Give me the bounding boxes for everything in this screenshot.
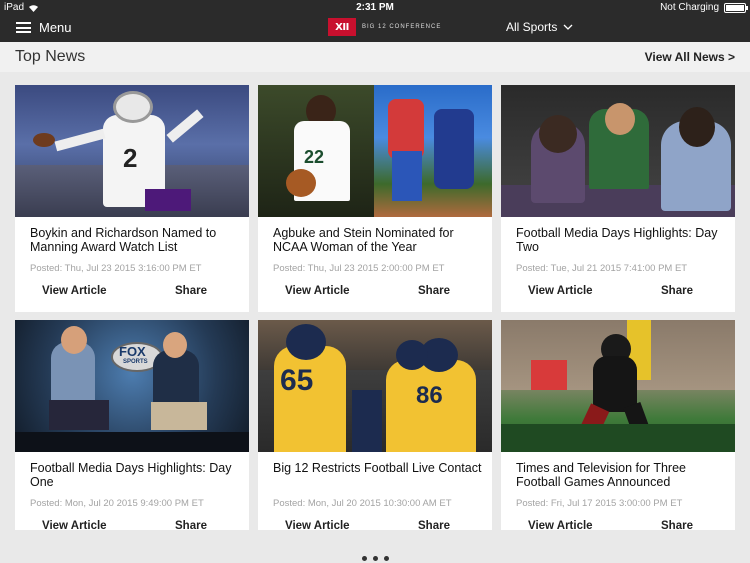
page-indicator[interactable]: [0, 548, 750, 563]
article-card[interactable]: Football Media Days Highlights: Day Two …: [501, 85, 735, 312]
battery-icon: [724, 2, 748, 13]
jersey-number: 86: [416, 382, 443, 409]
battery-status: Not Charging: [660, 2, 719, 13]
article-headline[interactable]: Football Media Days Highlights: Day One: [30, 461, 240, 489]
menu-label: Menu: [39, 20, 72, 35]
article-headline[interactable]: Times and Television for Three Football …: [516, 461, 726, 489]
share-button[interactable]: Share: [418, 285, 450, 297]
page-dot[interactable]: [361, 556, 367, 561]
view-article-button[interactable]: View Article: [528, 520, 593, 530]
jersey-number: 65: [280, 364, 314, 397]
status-bar: iPad 2:31 PM Not Charging: [0, 0, 750, 14]
article-headline[interactable]: Football Media Days Highlights: Day Two: [516, 226, 726, 254]
menu-button[interactable]: Menu: [16, 20, 72, 35]
article-image: 2: [15, 85, 249, 217]
jersey-number: 2: [123, 143, 138, 173]
share-button[interactable]: Share: [661, 285, 693, 297]
top-bar: iPad 2:31 PM Not Charging Menu XII BIG 1…: [0, 0, 750, 42]
article-image: [501, 320, 735, 452]
view-article-button[interactable]: View Article: [285, 285, 350, 297]
section-header: Top News View All News >: [0, 42, 750, 72]
article-posted-date: Posted: Fri, Jul 17 2015 3:00:00 PM ET: [516, 498, 683, 509]
share-button[interactable]: Share: [418, 520, 450, 530]
page-dot[interactable]: [383, 556, 389, 561]
share-button[interactable]: Share: [661, 520, 693, 530]
page-dot[interactable]: [372, 556, 378, 561]
article-headline[interactable]: Agbuke and Stein Nominated for NCAA Woma…: [273, 226, 483, 254]
article-headline[interactable]: Boykin and Richardson Named to Manning A…: [30, 226, 240, 254]
view-article-button[interactable]: View Article: [285, 520, 350, 530]
article-image: FOX SPORTS: [15, 320, 249, 452]
fox-logo-sub: SPORTS: [123, 359, 148, 365]
view-article-button[interactable]: View Article: [528, 285, 593, 297]
article-headline[interactable]: Big 12 Restricts Football Live Contact: [273, 461, 483, 475]
logo-text: BIG 12 CONFERENCE: [362, 24, 442, 30]
section-title: Top News: [15, 48, 86, 65]
hamburger-icon: [16, 22, 31, 33]
article-card[interactable]: FOX SPORTS Football Media Days Highlight…: [15, 320, 249, 530]
status-time: 2:31 PM: [356, 2, 394, 13]
article-image: [501, 85, 735, 217]
article-card[interactable]: Times and Television for Three Football …: [501, 320, 735, 530]
article-card[interactable]: 22 Agbuke and Stein Nominated for NCAA W…: [258, 85, 492, 312]
view-article-button[interactable]: View Article: [42, 285, 107, 297]
logo-mark: XII: [328, 18, 356, 36]
article-card[interactable]: 2 Boykin and Richardson Named to Manning…: [15, 85, 249, 312]
article-card[interactable]: 65 86 Big 12 Restricts Football Live Con…: [258, 320, 492, 530]
article-posted-date: Posted: Tue, Jul 21 2015 7:41:00 PM ET: [516, 263, 688, 274]
article-posted-date: Posted: Thu, Jul 23 2015 2:00:00 PM ET: [273, 263, 445, 274]
jersey-number: 22: [304, 147, 325, 167]
article-posted-date: Posted: Mon, Jul 20 2015 9:49:00 PM ET: [30, 498, 204, 509]
article-posted-date: Posted: Thu, Jul 23 2015 3:16:00 PM ET: [30, 263, 202, 274]
sports-filter-dropdown[interactable]: All Sports: [506, 20, 573, 34]
share-button[interactable]: Share: [175, 285, 207, 297]
article-image: 65 86: [258, 320, 492, 452]
chevron-down-icon: [563, 24, 573, 30]
share-button[interactable]: Share: [175, 520, 207, 530]
article-image: 22: [258, 85, 492, 217]
article-posted-date: Posted: Mon, Jul 20 2015 10:30:00 AM ET: [273, 498, 452, 509]
app-header: Menu XII BIG 12 CONFERENCE All Sports: [0, 14, 750, 42]
fox-logo-text: FOX: [119, 344, 146, 359]
view-all-news-link[interactable]: View All News >: [645, 50, 735, 64]
view-article-button[interactable]: View Article: [42, 520, 107, 530]
big12-logo: XII BIG 12 CONFERENCE: [328, 18, 441, 36]
sports-filter-label: All Sports: [506, 20, 558, 34]
